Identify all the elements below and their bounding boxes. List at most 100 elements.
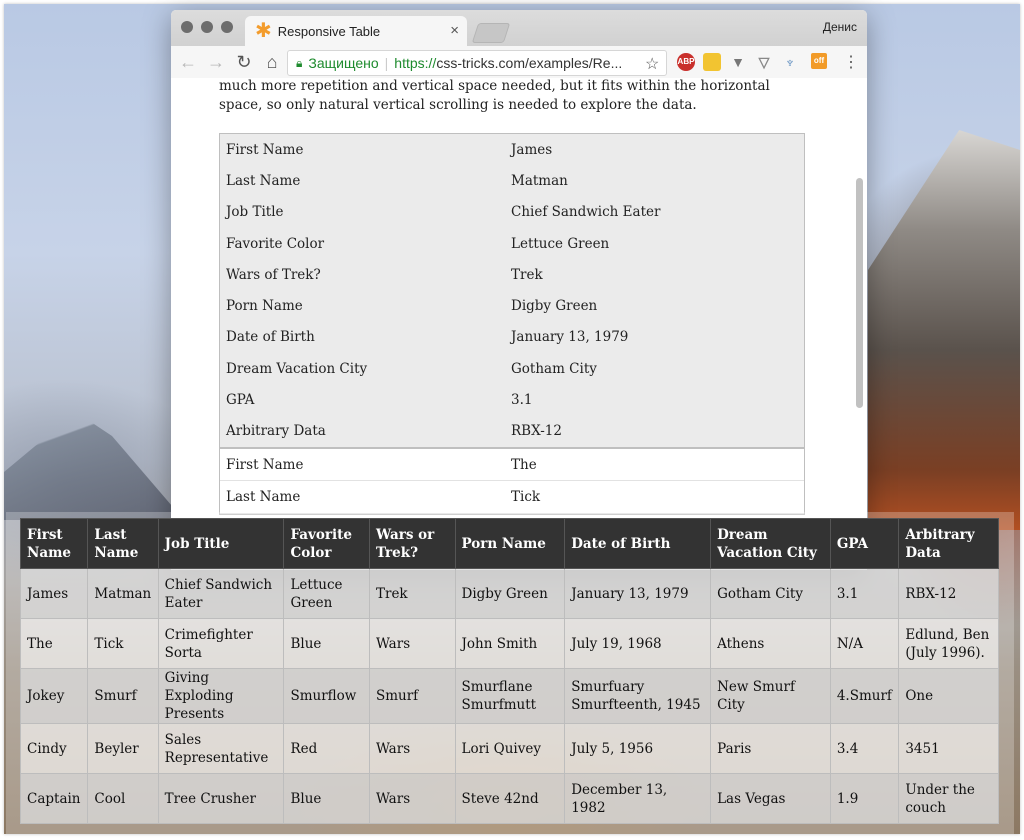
table-cell: Wars <box>368 723 456 774</box>
card-row: First Name The <box>220 449 804 482</box>
card-value: Digby Green <box>511 298 598 315</box>
back-arrow-icon[interactable]: ← <box>177 52 199 73</box>
table-cell: Smurf <box>368 668 456 724</box>
extension-shield-icon[interactable]: ▽ <box>755 53 773 71</box>
table-cell: Captain <box>19 773 89 824</box>
table-cell: One <box>898 668 999 724</box>
table-row: James Matman Chief Sandwich Eater Lettuce G… <box>19 568 999 619</box>
url-scheme: https:// <box>394 55 437 71</box>
table-cell: 3451 <box>898 723 999 774</box>
table-cell: Smurflow <box>283 668 370 724</box>
column-header: Wars or Trek? <box>368 518 456 569</box>
card-value: Lettuce Green <box>511 235 610 252</box>
card-row: Date of Birth January 13, 1979 <box>220 322 804 353</box>
column-header: Job Title <box>157 518 285 569</box>
browser-window: ✱ Responsive Table × Денис ← → ↻ ⌂ 🔒︎ За… <box>171 10 867 570</box>
record-card-1: First Name James Last Name Matman Job Title C… <box>219 133 805 448</box>
extension-yellow-icon[interactable] <box>703 53 721 71</box>
card-key: Arbitrary Data <box>226 423 326 440</box>
card-key: Wars of Trek? <box>226 266 321 283</box>
extension-ufo-icon[interactable]: ♆ <box>781 53 799 71</box>
extension-v-icon[interactable]: ▼ <box>729 53 747 71</box>
card-row: Favorite Color Lettuce Green <box>220 228 804 259</box>
window-controls <box>181 21 233 33</box>
table-cell: RBX-12 <box>898 568 999 619</box>
record-card-2: First Name The Last Name Tick <box>219 448 805 515</box>
table-cell: Digby Green <box>454 568 566 619</box>
card-key: Job Title <box>226 204 284 221</box>
card-key: GPA <box>226 392 255 409</box>
adblock-plus-icon[interactable]: ABP <box>677 53 695 71</box>
lock-icon: 🔒︎ <box>296 55 303 70</box>
card-row: Last Name Matman <box>220 165 804 196</box>
close-window-button[interactable] <box>181 21 193 33</box>
card-value: Tick <box>511 488 541 505</box>
minimize-window-button[interactable] <box>201 21 213 33</box>
table-cell: Giving Exploding Presents <box>157 668 285 724</box>
table-cell: 3.1 <box>829 568 900 619</box>
secure-label: Защищено <box>308 55 379 71</box>
new-tab-button[interactable] <box>471 23 511 43</box>
table-cell: Jokey <box>19 668 89 724</box>
card-row: Porn Name Digby Green <box>220 290 804 321</box>
card-value: Chief Sandwich Eater <box>511 204 661 221</box>
table-cell: Trek <box>368 568 456 619</box>
card-value: Trek <box>511 266 543 283</box>
table-row: Jokey Smurf Giving Exploding Presents Smurf… <box>19 668 999 724</box>
table-body: James Matman Chief Sandwich Eater Lettuce G… <box>19 568 999 824</box>
extension-off-icon[interactable]: off <box>811 53 827 69</box>
table-cell: John Smith <box>454 618 566 669</box>
zoom-window-button[interactable] <box>221 21 233 33</box>
column-header: Arbitrary Data <box>898 518 999 569</box>
card-key: Porn Name <box>226 298 303 315</box>
table-cell: Gotham City <box>710 568 831 619</box>
url-text: css-tricks.com/examples/Re... <box>436 55 623 71</box>
table-cell: Edlund, Ben (July 1996). <box>898 618 999 669</box>
bookmark-star-icon[interactable]: ☆ <box>645 54 659 74</box>
wide-table-overlay: First Name Last Name Job Title Favorite Col… <box>6 512 1014 834</box>
card-value: The <box>511 456 537 473</box>
card-value: Matman <box>511 172 568 189</box>
table-row: Cindy Beyler Sales Representative Red Wars Lo… <box>19 723 999 774</box>
address-bar[interactable]: 🔒︎ Защищено | https:// css-tricks.com/ex… <box>287 50 667 76</box>
table-cell: Red <box>283 723 370 774</box>
column-header: First Name <box>19 518 89 569</box>
table-cell: New Smurf City <box>710 668 831 724</box>
more-menu-icon[interactable]: ⋮ <box>843 52 859 72</box>
page-scrollbar[interactable] <box>856 178 863 408</box>
close-tab-icon[interactable]: × <box>450 22 459 39</box>
intro-paragraph: much more repetition and vertical space … <box>219 78 770 113</box>
card-key: Date of Birth <box>226 329 315 346</box>
table-cell: Cool <box>87 773 159 824</box>
table-cell: Matman <box>87 568 159 619</box>
column-header: Dream Vacation City <box>710 518 831 569</box>
card-key: Last Name <box>226 488 301 505</box>
table-cell: Crimefighter Sorta <box>157 618 285 669</box>
card-value: RBX-12 <box>511 423 562 440</box>
card-value: Gotham City <box>511 360 597 377</box>
table-cell: James <box>19 568 89 619</box>
browser-toolbar: ← → ↻ ⌂ 🔒︎ Защищено | https:// css-trick… <box>171 46 867 79</box>
tab-responsive-table[interactable]: ✱ Responsive Table × <box>245 16 467 46</box>
card-key: Dream Vacation City <box>226 360 368 377</box>
card-value: James <box>511 141 553 158</box>
table-cell: Lettuce Green <box>283 568 370 619</box>
reload-icon[interactable]: ↻ <box>233 52 255 73</box>
column-header: Favorite Color <box>283 518 370 569</box>
table-cell: Blue <box>283 773 370 824</box>
card-value: January 13, 1979 <box>511 329 629 346</box>
table-cell: Tick <box>87 618 159 669</box>
card-key: Last Name <box>226 172 301 189</box>
home-icon[interactable]: ⌂ <box>261 52 283 73</box>
css-tricks-star-icon: ✱ <box>255 20 272 42</box>
table-cell: Paris <box>710 723 831 774</box>
table-cell: Beyler <box>87 723 159 774</box>
table-cell: 1.9 <box>829 773 900 824</box>
card-row: Job Title Chief Sandwich Eater <box>220 197 804 228</box>
table-row: The Tick Crimefighter Sorta Blue Wars John Sm… <box>19 618 999 669</box>
column-header: Date of Birth <box>564 518 712 569</box>
forward-arrow-icon[interactable]: → <box>205 52 227 73</box>
table-cell: Blue <box>283 618 370 669</box>
profile-name[interactable]: Денис <box>823 20 857 34</box>
page-content: much more repetition and vertical space … <box>171 78 867 570</box>
